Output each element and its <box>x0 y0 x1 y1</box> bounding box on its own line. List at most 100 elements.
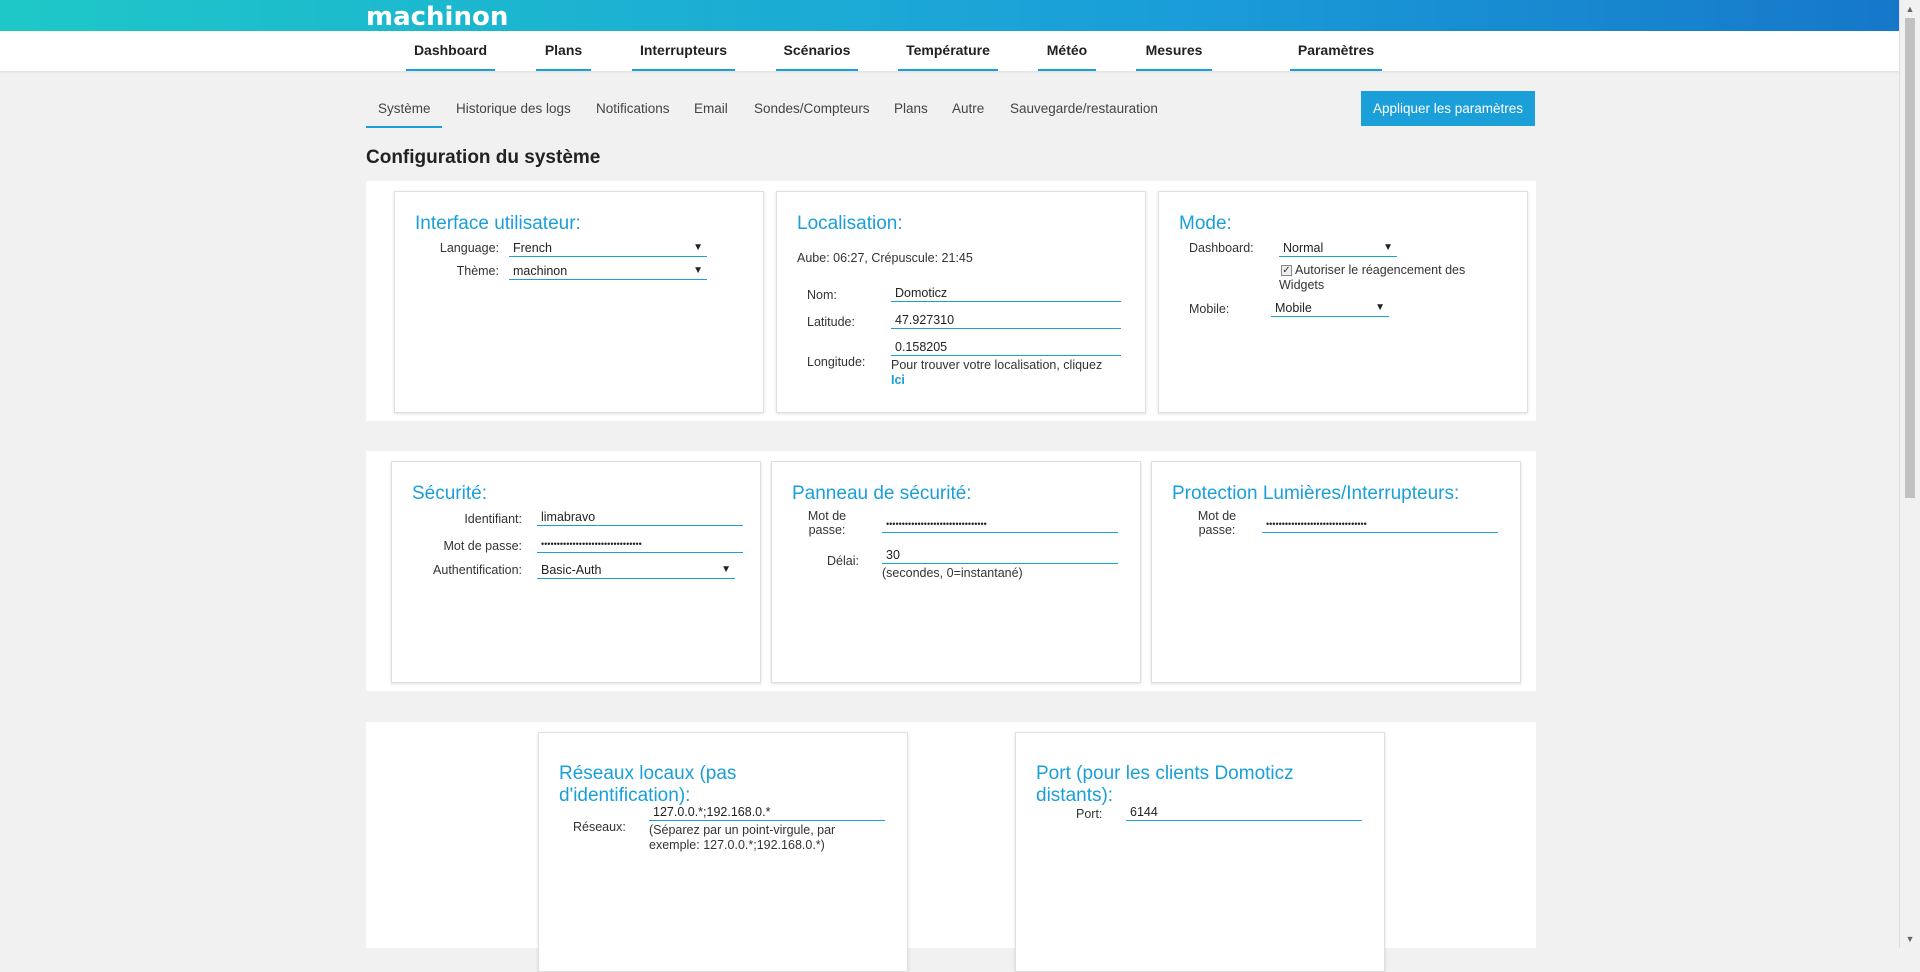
mobile-mode-value: Mobile <box>1275 301 1312 315</box>
security-panel-card: Panneau de sécurité: Mot de passe: Délai… <box>771 461 1141 683</box>
protection-password-input[interactable] <box>1262 515 1498 533</box>
section-security: Sécurité: Identifiant: Mot de passe: Aut… <box>366 451 1536 691</box>
subtab-autre[interactable]: Autre <box>952 92 984 128</box>
widgets-reorder-label: Autoriser le réagencement des Widgets <box>1279 263 1466 292</box>
theme-select-value: machinon <box>513 264 568 278</box>
theme-label: Thème: <box>456 264 499 278</box>
scroll-thumb[interactable] <box>1905 18 1915 498</box>
sun-times-text: Aube: 06:27, Crépuscule: 21:45 <box>797 251 973 265</box>
nav-plans[interactable]: Plans <box>536 31 591 71</box>
nav-meteo[interactable]: Météo <box>1038 31 1096 71</box>
local-networks-title-line1: Réseaux locaux (pas <box>559 763 737 784</box>
authentication-select[interactable]: Basic-Auth ▼ <box>537 562 735 579</box>
subtab-notifications[interactable]: Notifications <box>596 92 670 128</box>
ui-card: Interface utilisateur: Language: French ▼… <box>394 191 764 413</box>
subtab-systeme[interactable]: Système <box>366 92 442 128</box>
subtab-sondes-compteurs[interactable]: Sondes/Compteurs <box>754 92 870 128</box>
networks-hint-line1: (Séparez par un point-virgule, par <box>649 823 836 837</box>
protection-card: Protection Lumières/Interrupteurs: Mot d… <box>1151 461 1521 683</box>
scroll-down-arrow-icon[interactable]: ▼ <box>1903 932 1917 946</box>
mode-card: Mode: Dashboard: Normal ▼ ✓ Autoriser le … <box>1158 191 1528 413</box>
nav-scenarios[interactable]: Scénarios <box>776 31 858 71</box>
protection-password-label-line2: passe: <box>1198 523 1236 537</box>
nav-dashboard[interactable]: Dashboard <box>406 31 495 71</box>
language-select-value: French <box>513 241 552 255</box>
local-networks-card: Réseaux locaux (pas d'identification): R… <box>538 732 908 972</box>
location-hint-text: Pour trouver votre localisation, cliquez <box>891 358 1103 372</box>
username-input[interactable] <box>537 508 743 526</box>
top-brand-bar: machinon <box>0 0 1900 31</box>
authentication-label: Authentification: <box>433 563 522 577</box>
mobile-label: Mobile: <box>1189 302 1230 316</box>
main-navbar: Dashboard Plans Interrupteurs Scénarios … <box>0 31 1900 71</box>
port-label: Port: <box>1076 807 1103 821</box>
location-card: Localisation: Aube: 06:27, Crépuscule: 2… <box>776 191 1146 413</box>
panel-password-input[interactable] <box>882 515 1118 533</box>
port-card: Port (pour les clients Domoticz distants… <box>1015 732 1385 972</box>
page-title: Configuration du système <box>366 147 601 168</box>
security-panel-title: Panneau de sécurité: <box>792 483 972 504</box>
networks-input[interactable] <box>649 803 885 821</box>
latitude-label: Latitude: <box>807 315 855 329</box>
nav-parametres[interactable]: Paramètres <box>1290 31 1382 71</box>
panel-password-label: Mot de passe: <box>792 509 862 537</box>
latitude-input[interactable] <box>891 311 1121 329</box>
protection-card-title: Protection Lumières/Interrupteurs: <box>1172 483 1460 504</box>
delay-label: Délai: <box>827 554 859 568</box>
port-card-title-line1: Port (pour les clients Domoticz <box>1036 763 1294 784</box>
vertical-scrollbar[interactable]: ▲ ▼ <box>1899 0 1920 948</box>
dashboard-label: Dashboard: <box>1189 241 1254 255</box>
networks-label: Réseaux: <box>573 820 626 834</box>
panel-password-label-line1: Mot de <box>807 509 847 523</box>
subtab-email[interactable]: Email <box>694 92 728 128</box>
location-hint: Pour trouver votre localisation, cliquez… <box>891 358 1131 388</box>
section-general: Interface utilisateur: Language: French ▼… <box>366 181 1536 421</box>
mode-card-title: Mode: <box>1179 213 1232 234</box>
location-card-title: Localisation: <box>797 213 903 234</box>
section-network: Réseaux locaux (pas d'identification): R… <box>366 722 1536 972</box>
ui-card-title: Interface utilisateur: <box>415 213 581 234</box>
name-label: Nom: <box>807 288 837 302</box>
machinon-logo[interactable]: machinon <box>366 3 508 31</box>
dashboard-mode-value: Normal <box>1283 241 1324 255</box>
dropdown-caret-icon: ▼ <box>1375 302 1385 313</box>
nav-mesures[interactable]: Mesures <box>1136 31 1212 71</box>
dropdown-caret-icon: ▼ <box>721 564 731 575</box>
username-label: Identifiant: <box>464 512 522 526</box>
dropdown-caret-icon: ▼ <box>1383 242 1393 253</box>
subtab-historique-logs[interactable]: Historique des logs <box>456 92 571 128</box>
security-card: Sécurité: Identifiant: Mot de passe: Aut… <box>391 461 761 683</box>
language-label: Language: <box>439 241 499 255</box>
dropdown-caret-icon: ▼ <box>693 265 703 276</box>
port-card-title: Port (pour les clients Domoticz distants… <box>1036 763 1294 807</box>
networks-hint-line2: exemple: 127.0.0.*;192.168.0.*) <box>649 838 825 852</box>
local-networks-title: Réseaux locaux (pas d'identification): <box>559 763 736 807</box>
apply-settings-button[interactable]: Appliquer les paramètres <box>1361 91 1535 126</box>
nav-interrupteurs[interactable]: Interrupteurs <box>632 31 735 71</box>
subtab-plans[interactable]: Plans <box>894 92 928 128</box>
theme-select[interactable]: machinon ▼ <box>509 263 707 280</box>
scroll-up-arrow-icon[interactable]: ▲ <box>1903 2 1917 16</box>
authentication-value: Basic-Auth <box>541 563 602 577</box>
dropdown-caret-icon: ▼ <box>693 242 703 253</box>
port-input[interactable] <box>1126 803 1362 821</box>
subtab-sauvegarde-restauration[interactable]: Sauvegarde/restauration <box>1010 92 1158 128</box>
networks-hint: (Séparez par un point-virgule, par exemp… <box>649 823 889 853</box>
language-select[interactable]: French ▼ <box>509 240 707 257</box>
nav-temperature[interactable]: Température <box>898 31 998 71</box>
mobile-mode-select[interactable]: Mobile ▼ <box>1271 300 1389 317</box>
location-name-input[interactable] <box>891 284 1121 302</box>
longitude-input[interactable] <box>891 338 1121 356</box>
password-label: Mot de passe: <box>443 539 522 553</box>
delay-input[interactable] <box>882 546 1118 564</box>
security-card-title: Sécurité: <box>412 483 487 504</box>
find-location-link[interactable]: Ici <box>891 373 905 387</box>
protection-password-label: Mot de passe: <box>1182 509 1252 537</box>
delay-hint: (secondes, 0=instantané) <box>882 566 1023 580</box>
longitude-label: Longitude: <box>807 355 866 369</box>
password-input[interactable] <box>537 535 743 553</box>
protection-password-label-line1: Mot de <box>1197 509 1237 523</box>
port-card-title-line2: distants): <box>1036 785 1114 806</box>
panel-password-label-line2: passe: <box>808 523 846 537</box>
dashboard-mode-select[interactable]: Normal ▼ <box>1279 240 1397 257</box>
